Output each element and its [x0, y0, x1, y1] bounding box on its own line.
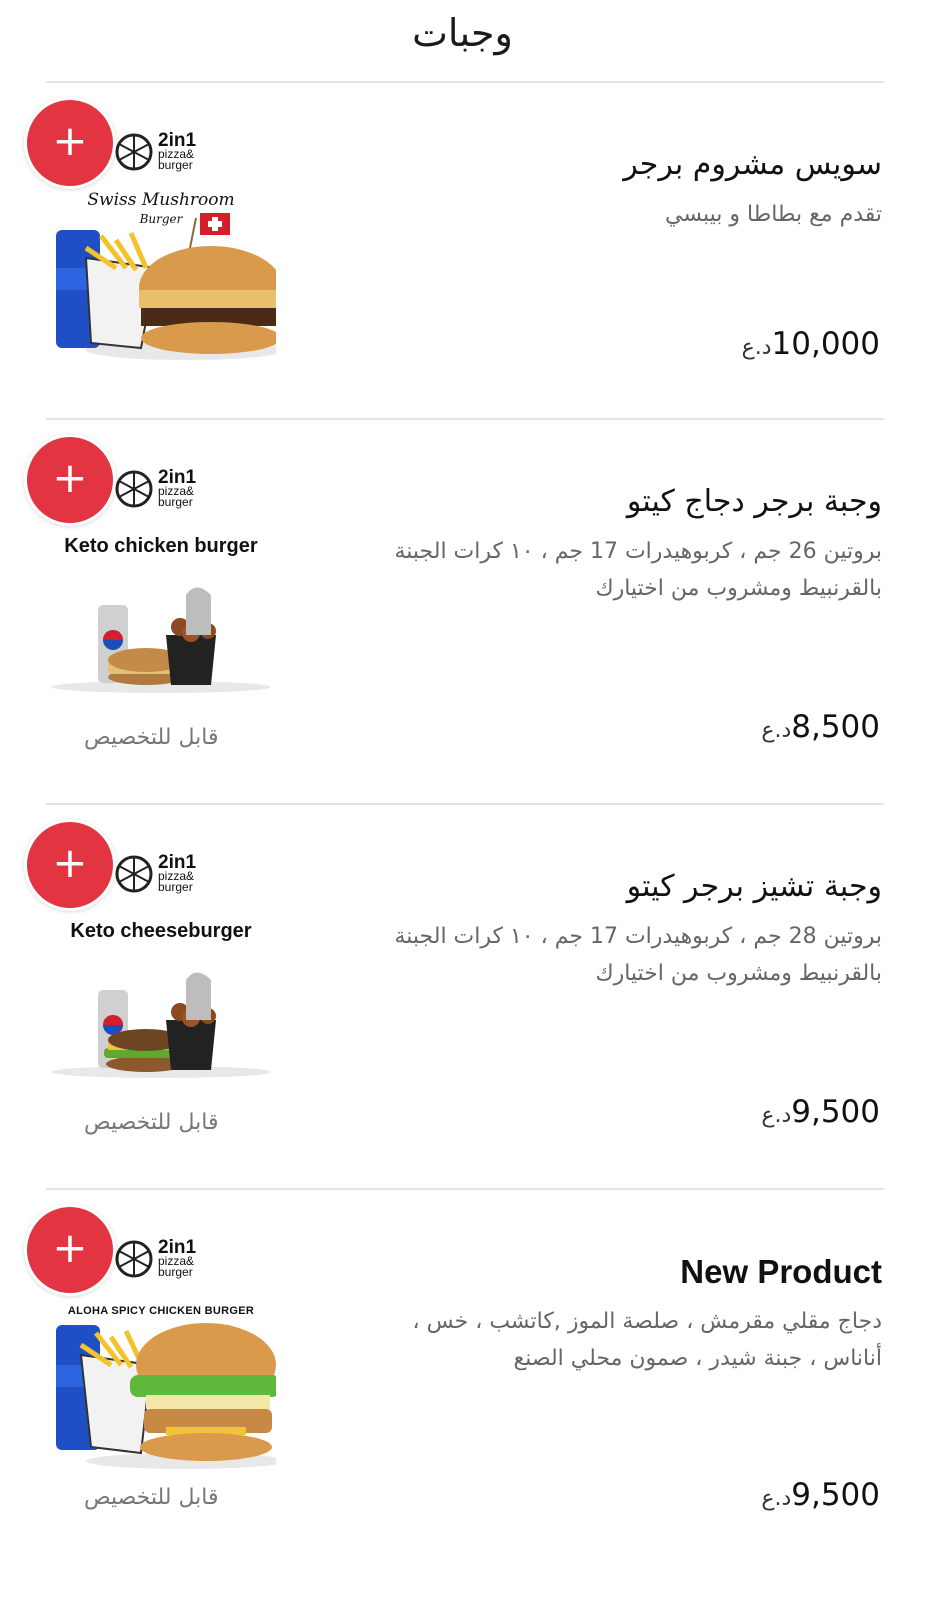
customizable-label: قابل للتخصيص [84, 725, 219, 750]
add-to-cart-button[interactable]: + [24, 434, 116, 526]
divider [46, 418, 884, 420]
menu-item-new-product[interactable]: 2in1 pizza& burger ALOHA SPICY CHICKEN BU… [0, 1191, 925, 1600]
item-name: وجبة تشيز برجر كيتو [626, 869, 882, 904]
item-name: سويس مشروم برجر [623, 147, 882, 182]
item-price: 9,500د.ع [761, 1477, 880, 1513]
add-to-cart-button[interactable]: + [24, 819, 116, 911]
item-description: بروتين 26 جم ، كربوهيدرات 17 جم ، ١٠ كرا… [394, 539, 882, 601]
item-description: بروتين 28 جم ، كربوهيدرات 17 جم ، ١٠ كرا… [394, 924, 882, 986]
item-price: 9,500د.ع [761, 1094, 880, 1130]
item-description: تقدم مع بطاطا و بيبسي [665, 202, 882, 227]
item-description: دجاج مقلي مقرمش ، صلصة الموز ,كاتشب ، خس… [412, 1309, 883, 1371]
menu-item-keto-chicken-meal[interactable]: 2in1 pizza& burger Keto chicken burger + … [0, 421, 925, 811]
menu-item-keto-cheeseburger-meal[interactable]: 2in1 pizza& burger Keto cheeseburger + وج… [0, 806, 925, 1196]
page-title: وجبات [412, 11, 513, 55]
item-name: New Product [680, 1253, 882, 1290]
item-price: 10,000د.ع [741, 326, 880, 362]
menu-item-swiss-mushroom[interactable]: 2in1 pizza& burger Swiss Mushroom Burger … [0, 84, 925, 474]
add-to-cart-button[interactable]: + [24, 97, 116, 189]
divider [46, 803, 884, 805]
add-to-cart-button[interactable]: + [24, 1204, 116, 1296]
divider [46, 81, 884, 83]
divider [46, 1188, 884, 1190]
item-name: وجبة برجر دجاج كيتو [626, 484, 882, 519]
customizable-label: قابل للتخصيص [84, 1110, 219, 1135]
item-price: 8,500د.ع [761, 709, 880, 745]
customizable-label: قابل للتخصيص [84, 1485, 219, 1510]
